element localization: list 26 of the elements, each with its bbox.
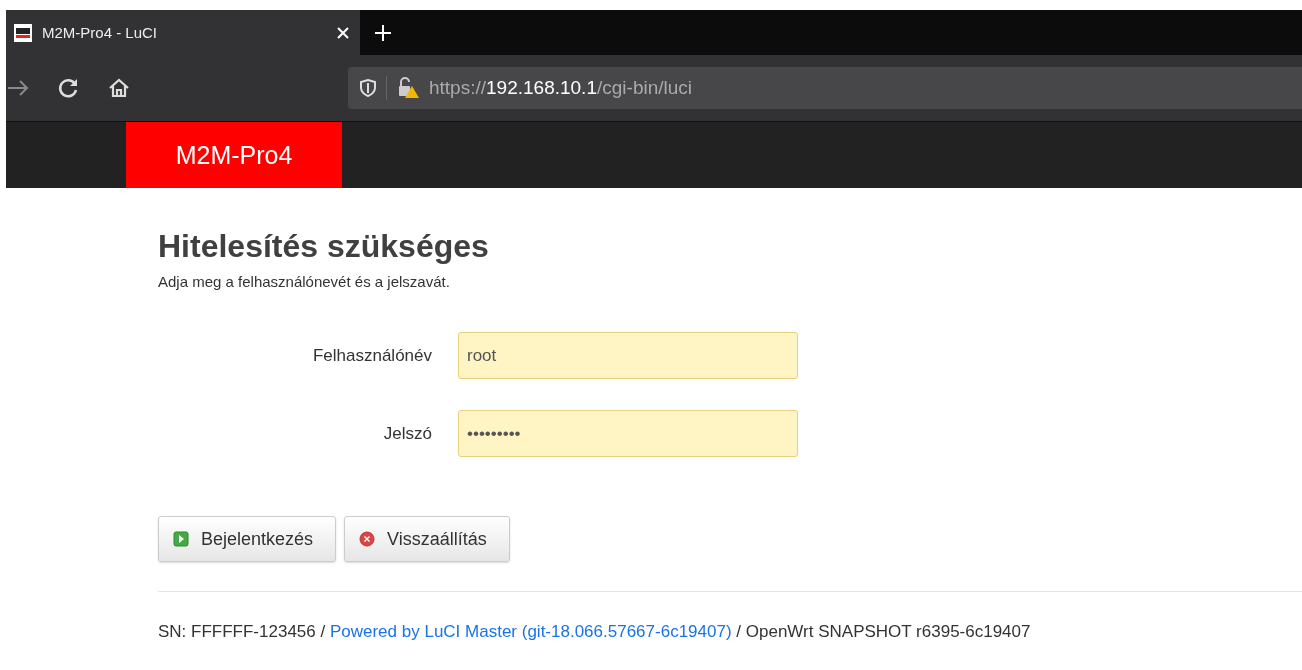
site-logo-icon — [14, 23, 32, 42]
warning-lock-icon — [397, 77, 419, 99]
password-field[interactable]: ••••••••• — [458, 410, 798, 457]
home-icon[interactable] — [108, 77, 130, 99]
page-description: Adja meg a felhasználónevét és a jelszavát. — [158, 273, 451, 290]
browser-tab[interactable]: M2M-Pro4 - LuCI — [6, 10, 360, 55]
play-icon — [173, 531, 189, 547]
forward-arrow-icon[interactable] — [6, 78, 30, 98]
close-icon[interactable] — [336, 25, 350, 40]
shield-icon — [360, 79, 376, 97]
serial-number: SN: FFFFFF-123456 / — [158, 622, 326, 641]
password-label: Jelszó — [382, 423, 433, 444]
address-bar[interactable]: https://192.168.10.1/cgi-bin/luci — [348, 67, 1302, 109]
luci-link[interactable]: Powered by LuCI Master (git-18.066.57667-6c19407) — [329, 622, 732, 641]
tab-title: M2M-Pro4 - LuCI — [42, 24, 159, 41]
username-field[interactable]: root — [458, 332, 798, 379]
close-icon — [359, 531, 376, 547]
username-label: Felhasználónév — [311, 345, 433, 366]
new-tab-icon[interactable] — [374, 23, 392, 42]
brand-logo[interactable]: M2M-Pro4 — [126, 122, 342, 188]
page-title: Hitelesítés szükséges — [158, 228, 490, 265]
login-button[interactable]: Bejelentkezés — [158, 516, 337, 562]
reload-icon[interactable] — [58, 77, 80, 99]
url-text: https://192.168.10.1/cgi-bin/luci — [429, 77, 693, 99]
reset-button[interactable]: Visszaállítás — [344, 516, 510, 562]
version-text: / OpenWrt SNAPSHOT r6395-6c19407 — [736, 622, 1031, 641]
